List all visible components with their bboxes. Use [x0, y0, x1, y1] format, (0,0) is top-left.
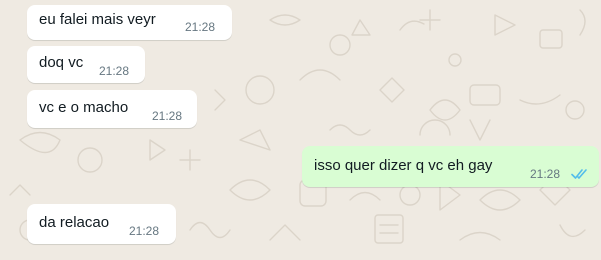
message-bubble-incoming[interactable]: doq vc 21:28 — [27, 46, 145, 83]
message-timestamp: 21:28 — [152, 109, 183, 123]
message-text: doq vc — [39, 54, 84, 71]
message-bubble-outgoing[interactable]: isso quer dizer q vc eh gay 21:28 — [302, 146, 599, 187]
message-bubble-incoming[interactable]: eu falei mais veyr 21:28 — [27, 5, 232, 40]
message-bubble-incoming[interactable]: vc e o macho 21:28 — [27, 90, 197, 128]
message-timestamp: 21:28 — [129, 224, 160, 238]
message-timestamp: 21:28 — [530, 167, 561, 181]
message-text: isso quer dizer q vc eh gay — [314, 157, 493, 174]
message-text: vc e o macho — [39, 99, 129, 116]
message-timestamp: 21:28 — [185, 20, 216, 34]
message-bubble-incoming[interactable]: da relacao 21:28 — [27, 204, 176, 244]
chat-area: eu falei mais veyr 21:28 doq vc 21:28 vc… — [0, 0, 601, 260]
message-text: eu falei mais veyr — [39, 11, 156, 28]
message-text: da relacao — [39, 214, 110, 231]
double-check-icon — [571, 169, 587, 179]
message-timestamp: 21:28 — [99, 64, 130, 78]
